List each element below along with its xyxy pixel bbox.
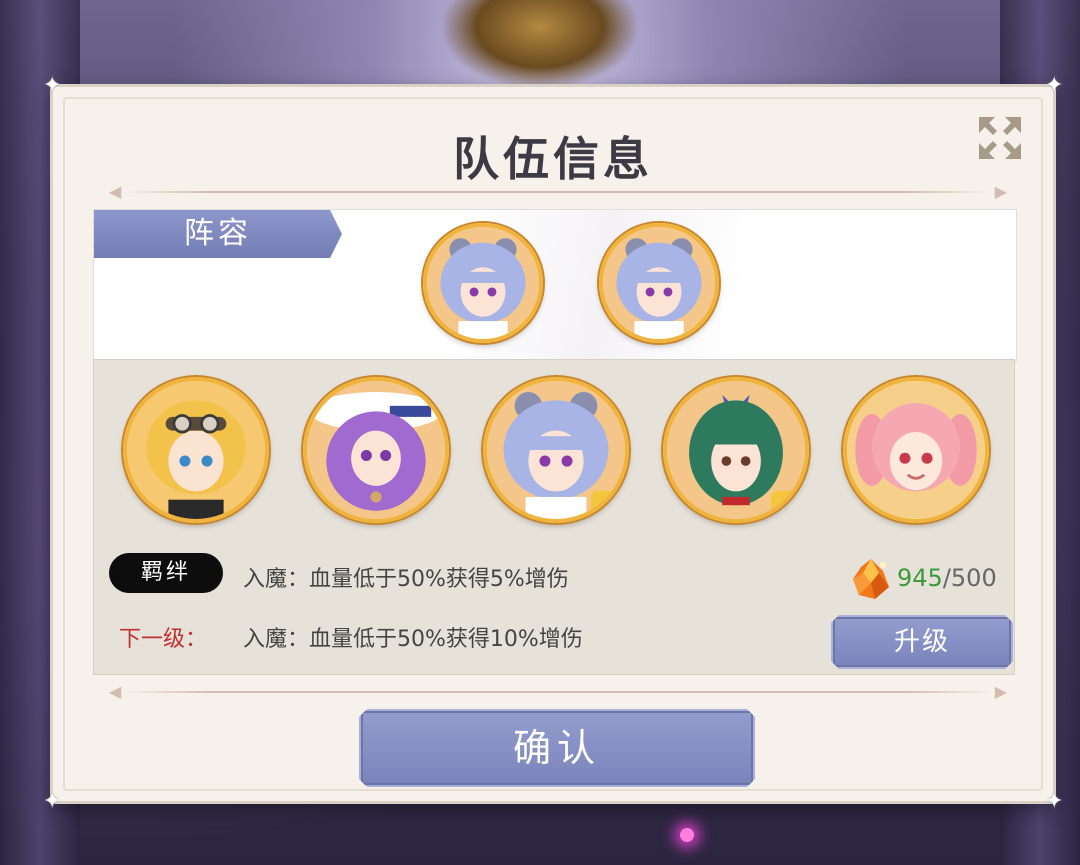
- lineup-section: 阵容: [93, 209, 1017, 361]
- selected-check-icon: ✔: [771, 491, 805, 519]
- character-portrait-pink-hair: [847, 381, 985, 519]
- character-portrait-blue-hair: [427, 227, 539, 339]
- roster-character-3[interactable]: ✔: [483, 377, 629, 523]
- corner-ornament-icon: ✦: [1045, 789, 1064, 814]
- close-arrows-icon: [975, 113, 1025, 163]
- bond-badge: 羁绊: [109, 553, 223, 593]
- team-info-dialog: ✦ ✦ ✦ ✦ 队伍信息 ◀ ▶ 阵容 ✔ ✔ 羁绊 入魔：血量低于50%获得5…: [43, 75, 1063, 813]
- resource-have: 945: [897, 564, 943, 592]
- roster-character-5[interactable]: [843, 377, 989, 523]
- roster-character-2[interactable]: [303, 377, 449, 523]
- upgrade-cost: 945/500: [849, 557, 997, 601]
- lineup-slot-1-portrait[interactable]: [423, 223, 543, 343]
- upgrade-button[interactable]: 升级: [831, 615, 1013, 669]
- orange-crystal-icon: [853, 559, 889, 599]
- lineup-slot-2-portrait[interactable]: [599, 223, 719, 343]
- character-portrait-blue-hair: [603, 227, 715, 339]
- bond-current-effect: 入魔：血量低于50%获得5%增伤: [243, 567, 569, 592]
- corner-ornament-icon: ✦: [1045, 73, 1064, 98]
- corner-ornament-icon: ✦: [43, 73, 62, 98]
- bottom-divider: ◀ ▶: [109, 682, 1007, 701]
- lineup-tab-label: 阵容: [94, 210, 342, 258]
- throne-crown-decoration: [440, 0, 640, 90]
- close-button[interactable]: [975, 113, 1025, 163]
- top-divider: ◀ ▶: [109, 182, 1007, 201]
- roster-character-4[interactable]: ✔: [663, 377, 809, 523]
- selected-check-icon: ✔: [591, 491, 625, 519]
- character-portrait-blonde: [127, 381, 265, 519]
- bond-next-effect: 入魔：血量低于50%获得10%增伤: [243, 627, 583, 652]
- corner-ornament-icon: ✦: [43, 789, 62, 814]
- next-level-label: 下一级：: [119, 627, 208, 652]
- dialog-title: 队伍信息: [453, 132, 653, 186]
- character-portrait-purple-hair: [307, 381, 445, 519]
- resource-need: /500: [942, 564, 997, 592]
- roster-character-1[interactable]: [123, 377, 269, 523]
- magic-glow-decoration: [680, 828, 694, 842]
- confirm-button[interactable]: 确认: [359, 709, 755, 787]
